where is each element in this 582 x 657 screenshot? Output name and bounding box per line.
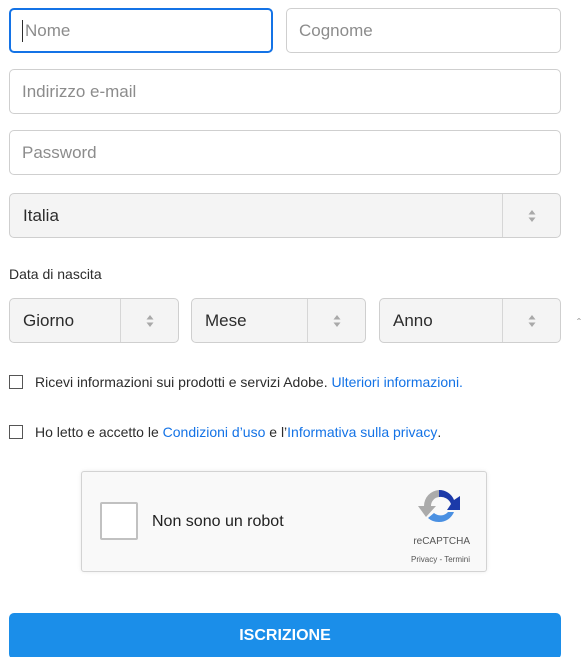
- first-name-field[interactable]: Nome: [9, 8, 273, 53]
- last-name-field[interactable]: Cognome: [286, 8, 561, 53]
- birthdate-label: Data di nascita: [9, 266, 102, 282]
- day-select[interactable]: Giorno: [9, 298, 179, 343]
- terms-consent-row: Ho letto e accetto le Condizioni d’uso e…: [9, 424, 441, 440]
- updown-arrows-icon: [120, 299, 178, 342]
- updown-arrows-icon: [502, 299, 560, 342]
- country-value: Italia: [23, 205, 59, 225]
- password-field[interactable]: Password: [9, 130, 561, 175]
- first-name-placeholder: Nome: [25, 20, 71, 40]
- email-field[interactable]: Indirizzo e-mail: [9, 69, 561, 114]
- email-placeholder: Indirizzo e-mail: [22, 81, 137, 101]
- terms-checkbox[interactable]: [9, 425, 23, 439]
- marketing-text: Ricevi informazioni sui prodotti e servi…: [35, 374, 328, 390]
- recaptcha-links[interactable]: Privacy - Termini: [411, 555, 470, 564]
- password-placeholder: Password: [22, 142, 97, 162]
- terms-middle: e l’: [269, 424, 288, 440]
- recaptcha-brand: reCAPTCHA: [413, 536, 470, 547]
- recaptcha-checkbox[interactable]: [100, 502, 138, 540]
- terms-of-use-link[interactable]: Condizioni d’uso: [163, 424, 266, 440]
- year-value: Anno: [393, 310, 433, 330]
- recaptcha-widget: Non sono un robot reCAPTCHA Privacy - Te…: [81, 471, 487, 572]
- marketing-consent-row: Ricevi informazioni sui prodotti e servi…: [9, 374, 463, 390]
- recaptcha-label: Non sono un robot: [152, 513, 284, 530]
- month-value: Mese: [205, 310, 247, 330]
- country-select[interactable]: Italia: [9, 193, 561, 238]
- more-info-link[interactable]: Ulteriori informazioni.: [331, 374, 462, 390]
- marketing-checkbox[interactable]: [9, 375, 23, 389]
- partial-mark: ˆ: [577, 316, 581, 330]
- signup-button[interactable]: ISCRIZIONE: [9, 613, 561, 657]
- terms-prefix: Ho letto e accetto le: [35, 424, 159, 440]
- terms-suffix: .: [437, 424, 442, 440]
- last-name-placeholder: Cognome: [299, 20, 373, 40]
- updown-arrows-icon: [502, 194, 560, 237]
- year-select[interactable]: Anno: [379, 298, 561, 343]
- month-select[interactable]: Mese: [191, 298, 366, 343]
- privacy-policy-link[interactable]: Informativa sulla privacy: [287, 424, 437, 440]
- day-value: Giorno: [23, 310, 75, 330]
- recaptcha-logo-icon: [418, 489, 460, 523]
- updown-arrows-icon: [307, 299, 365, 342]
- text-caret: [22, 19, 23, 42]
